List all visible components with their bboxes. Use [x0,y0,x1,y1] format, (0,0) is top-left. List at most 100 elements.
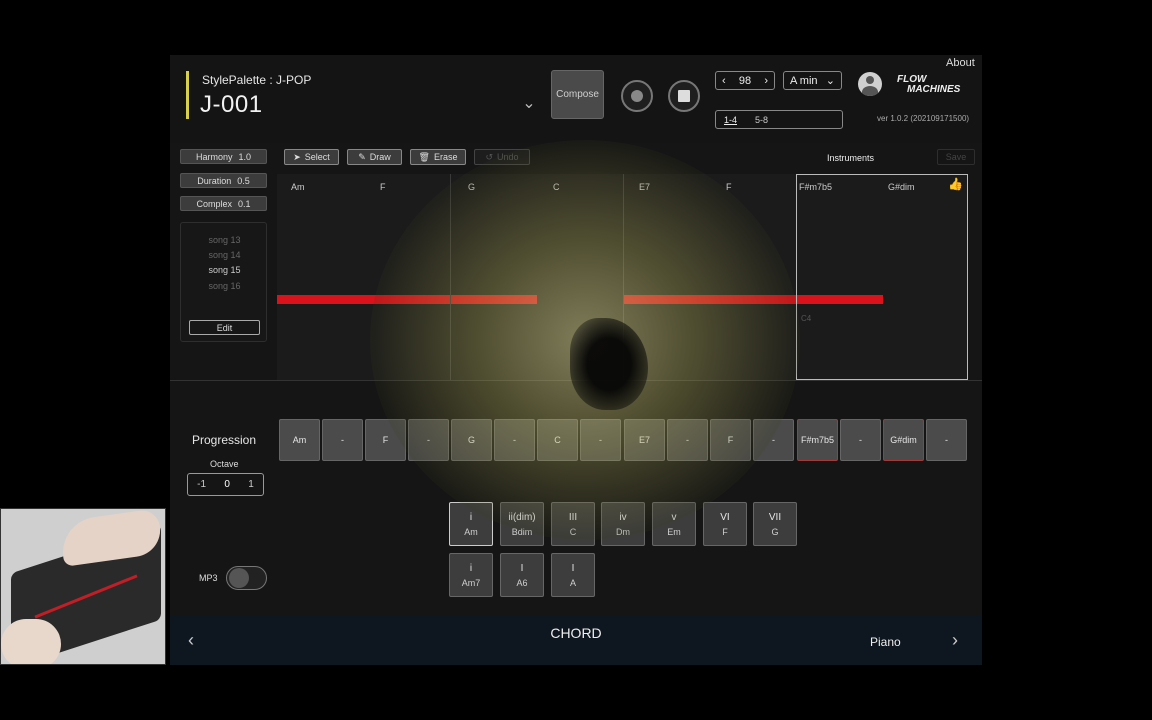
note-bar[interactable] [277,295,450,304]
duration-label: Duration [197,175,232,186]
octave-option[interactable]: 1 [248,479,254,490]
degree-chord: F [722,526,728,537]
progression-label: Progression [192,433,257,447]
mp3-label: MP3 [199,573,218,583]
harmony-label: Harmony [195,151,233,162]
degree-numeral: v [671,511,677,523]
thumbs-up-icon[interactable]: 👍 [948,177,963,191]
edit-button[interactable]: Edit [189,320,260,335]
roll-chord-label: C [553,182,560,192]
draw-tool-button[interactable]: ✎ Draw [347,149,402,165]
user-avatar-icon[interactable] [858,72,882,96]
draw-label: Draw [369,152,391,162]
song-list[interactable]: song 13 song 14 song 15 song 16 Edit [180,222,267,342]
progression-cell[interactable]: F#m7b5 [797,419,838,461]
bar-range-1-4[interactable]: 1-4 [724,115,737,125]
progression-cell[interactable]: - [926,419,967,461]
degree-chord: Dm [616,526,630,537]
complex-label: Complex [196,198,232,209]
stop-button[interactable] [668,80,700,112]
tempo-value: 98 [738,74,752,87]
about-link[interactable]: About [946,57,975,69]
progression-cell[interactable]: F [365,419,406,461]
undo-button[interactable]: ↺ Undo [474,149,530,165]
pencil-icon: ✎ [358,151,366,162]
header: StylePalette : J-POP J-001 ⌄ Compose ‹ 9… [170,55,982,143]
key-value: A min [790,74,818,87]
octave-option-selected[interactable]: 0 [224,479,230,490]
degree-button[interactable]: i Am [449,502,493,546]
key-select[interactable]: A min ⌄ [783,71,842,90]
footer-title: CHORD [550,625,602,641]
degree-button[interactable]: i Am7 [449,553,493,597]
footer-instrument[interactable]: Piano [870,635,901,649]
roll-chord-label: F [726,182,732,192]
record-button[interactable] [621,80,653,112]
note-bar[interactable] [451,295,537,304]
progression-cell[interactable]: C [537,419,578,461]
progression-cell[interactable]: - [408,419,449,461]
piano-roll[interactable]: Am F G C E7 F F#m7b5 G#dim [277,174,968,380]
note-bar[interactable] [624,295,796,304]
app-window: StylePalette : J-POP J-001 ⌄ Compose ‹ 9… [170,55,982,665]
progression-cell[interactable]: G#dim [883,419,924,461]
degree-chord: C [569,526,577,537]
degree-numeral: i [469,562,473,574]
degree-button[interactable]: VI F [703,502,747,546]
bar-selection-box[interactable] [796,174,968,380]
degree-chord: A [569,577,576,588]
octave-selector[interactable]: -1 0 1 [187,473,264,496]
degree-numeral: VI [720,511,730,523]
chevron-left-icon[interactable]: ‹ [722,75,726,87]
undo-label: Undo [497,152,519,162]
select-tool-button[interactable]: ➤ Select [284,149,339,165]
compose-button[interactable]: Compose [551,70,604,119]
harmony-control[interactable]: Harmony 1.0 [180,149,267,164]
cursor-icon: ➤ [293,151,301,162]
progression-cell[interactable]: E7 [624,419,665,461]
chevron-right-icon[interactable]: › [952,630,958,651]
stop-icon [678,90,690,102]
mp3-toggle[interactable] [226,566,267,590]
octave-option[interactable]: -1 [197,479,206,490]
degree-numeral: I [571,562,575,574]
song-list-item[interactable]: song 13 [181,235,268,245]
degree-button[interactable]: I A6 [500,553,544,597]
progression-cell[interactable]: - [322,419,363,461]
save-button[interactable]: Save [937,149,975,165]
song-list-item-selected[interactable]: song 15 [181,265,268,275]
erase-tool-button[interactable]: 🗑 Erase [410,149,466,165]
bar-range-5-8[interactable]: 5-8 [755,115,768,125]
bar-range-selector[interactable]: 1-4 5-8 [715,110,843,129]
instruments-label[interactable]: Instruments [827,153,874,163]
progression-cell[interactable]: - [667,419,708,461]
progression-cell[interactable]: - [753,419,794,461]
progression-cell[interactable]: F [710,419,751,461]
degree-button[interactable]: v Em [652,502,696,546]
degree-button[interactable]: ii(dim) Bdim [500,502,544,546]
style-palette-label: StylePalette : J-POP [202,73,312,87]
flow-machines-logo: FLOW MACHINES [897,75,960,95]
footer-bar: ‹ CHORD Piano › [170,616,982,665]
song-list-item[interactable]: song 16 [181,281,268,291]
tempo-stepper[interactable]: ‹ 98 › [715,71,775,90]
degree-button[interactable]: iv Dm [601,502,645,546]
degree-chord: Bdim [511,526,533,537]
complex-value: 0.1 [238,198,251,209]
degree-numeral: i [469,511,473,523]
progression-cell[interactable]: G [451,419,492,461]
duration-control[interactable]: Duration 0.5 [180,173,267,188]
record-icon [631,90,643,102]
progression-cell[interactable]: - [840,419,881,461]
hand-image [1,619,61,664]
complex-control[interactable]: Complex 0.1 [180,196,267,211]
progression-cell[interactable]: - [494,419,535,461]
chevron-down-icon[interactable]: ⌄ [520,93,538,112]
song-list-item[interactable]: song 14 [181,250,268,260]
degree-button[interactable]: III C [551,502,595,546]
degree-button[interactable]: I A [551,553,595,597]
progression-cell[interactable]: Am [279,419,320,461]
chevron-right-icon[interactable]: › [764,75,768,87]
degree-button[interactable]: VII G [753,502,797,546]
progression-cell[interactable]: - [580,419,621,461]
